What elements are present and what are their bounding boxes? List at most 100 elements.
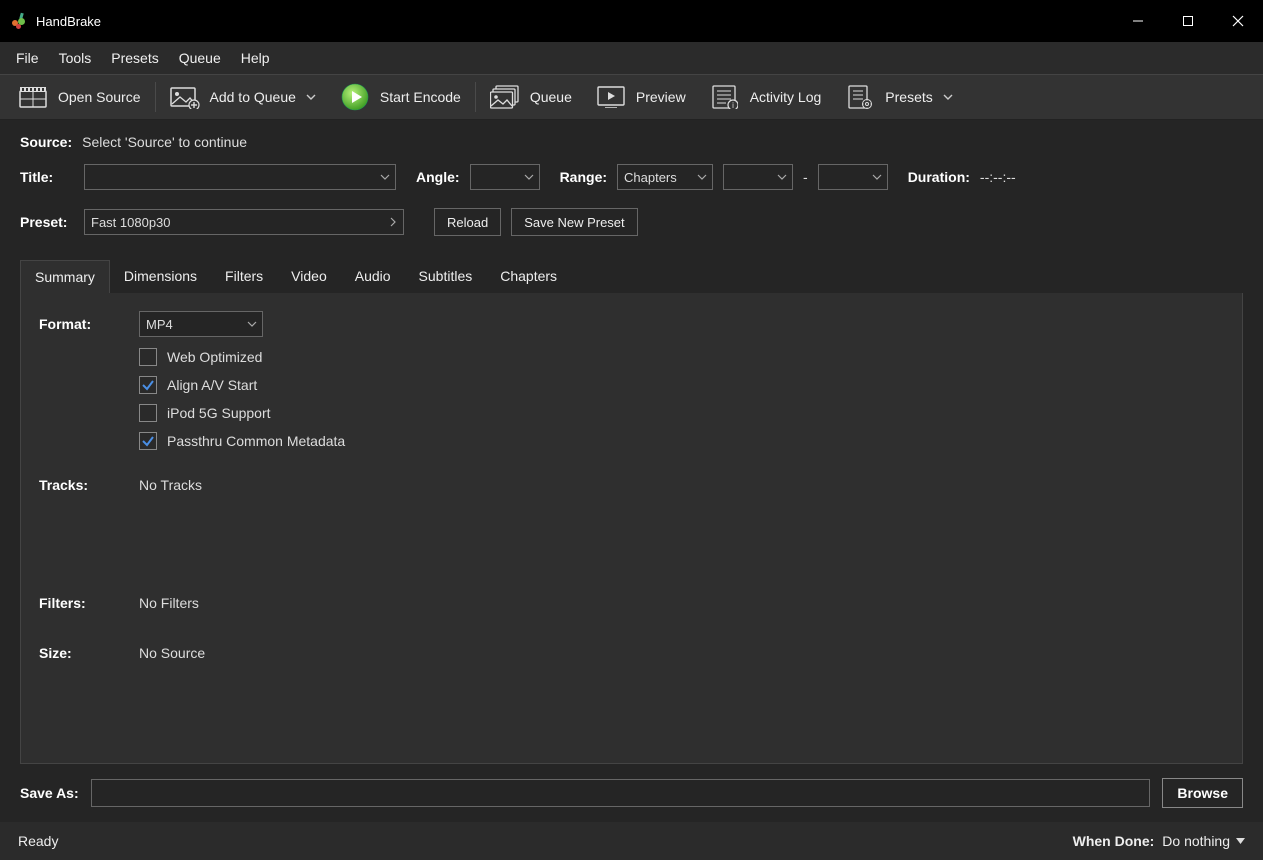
tab-summary[interactable]: Summary (20, 260, 110, 293)
preset-row: Preset: Fast 1080p30 Reload Save New Pre… (20, 208, 1243, 236)
angle-select[interactable] (470, 164, 540, 190)
presets-button[interactable]: Presets (833, 75, 964, 119)
format-options: Web Optimized Align A/V Start iPod 5G Su… (139, 343, 1224, 455)
preset-select[interactable]: Fast 1080p30 (84, 209, 404, 235)
window-minimize-button[interactable] (1113, 5, 1163, 37)
menu-tools[interactable]: Tools (49, 44, 102, 72)
save-new-preset-button[interactable]: Save New Preset (511, 208, 637, 236)
page-gear-icon (845, 84, 875, 110)
tab-filters[interactable]: Filters (211, 260, 277, 293)
range-end-select[interactable] (818, 164, 888, 190)
menu-queue[interactable]: Queue (169, 44, 231, 72)
window-maximize-button[interactable] (1163, 5, 1213, 37)
presets-label: Presets (885, 89, 932, 105)
chevron-down-icon (306, 94, 316, 100)
start-encode-label: Start Encode (380, 89, 461, 105)
status-text: Ready (18, 833, 58, 849)
app-title: HandBrake (36, 14, 101, 29)
range-separator: - (803, 169, 808, 185)
main-area: Source: Select 'Source' to continue Titl… (0, 120, 1263, 764)
preset-label: Preset: (20, 214, 74, 230)
format-select[interactable]: MP4 (139, 311, 263, 337)
summary-panel: Format: MP4 Web Optimized Align A/V Star… (20, 293, 1243, 764)
range-label: Range: (560, 169, 607, 185)
tab-audio[interactable]: Audio (341, 260, 405, 293)
images-stack-icon (490, 84, 520, 110)
ipod-support-label: iPod 5G Support (167, 405, 271, 421)
tracks-value: No Tracks (139, 477, 202, 493)
svg-text:i: i (732, 101, 734, 109)
when-done-label: When Done: (1073, 833, 1155, 849)
chevron-down-icon (523, 171, 535, 183)
add-to-queue-button[interactable]: Add to Queue (158, 75, 328, 119)
web-optimized-checkbox[interactable]: Web Optimized (139, 343, 1224, 371)
tracks-label: Tracks: (39, 477, 139, 493)
window-close-button[interactable] (1213, 5, 1263, 37)
format-label: Format: (39, 316, 139, 332)
menu-presets[interactable]: Presets (101, 44, 168, 72)
filters-label: Filters: (39, 595, 139, 611)
film-icon (18, 84, 48, 110)
chevron-down-icon (871, 171, 883, 183)
checkbox-icon (139, 348, 157, 366)
toolbar: Open Source Add to Queue Start Encode Qu… (0, 74, 1263, 120)
chevron-down-icon (696, 171, 708, 183)
start-encode-button[interactable]: Start Encode (328, 75, 473, 119)
activity-log-button[interactable]: i Activity Log (698, 75, 834, 119)
title-select[interactable] (84, 164, 396, 190)
reload-preset-button[interactable]: Reload (434, 208, 501, 236)
source-row: Source: Select 'Source' to continue (20, 134, 1243, 150)
menu-file[interactable]: File (6, 44, 49, 72)
tabs: Summary Dimensions Filters Video Audio S… (20, 260, 1243, 293)
passthru-meta-checkbox[interactable]: Passthru Common Metadata (139, 427, 1224, 455)
status-bar: Ready When Done: Do nothing (0, 822, 1263, 860)
close-icon (1232, 15, 1244, 27)
toolbar-separator (155, 82, 156, 112)
browse-button[interactable]: Browse (1162, 778, 1243, 808)
range-type-value: Chapters (624, 170, 677, 185)
checkbox-checked-icon (139, 432, 157, 450)
menu-bar: File Tools Presets Queue Help (0, 42, 1263, 74)
range-start-select[interactable] (723, 164, 793, 190)
open-source-button[interactable]: Open Source (6, 75, 153, 119)
preview-label: Preview (636, 89, 686, 105)
when-done-select[interactable]: Do nothing (1162, 833, 1245, 849)
tab-video[interactable]: Video (277, 260, 341, 293)
source-value: Select 'Source' to continue (82, 134, 247, 150)
angle-label: Angle: (416, 169, 460, 185)
passthru-meta-label: Passthru Common Metadata (167, 433, 345, 449)
save-as-label: Save As: (20, 785, 79, 801)
open-source-label: Open Source (58, 89, 141, 105)
checkbox-icon (139, 404, 157, 422)
title-bar: HandBrake (0, 0, 1263, 42)
title-label: Title: (20, 169, 74, 185)
preview-button[interactable]: Preview (584, 75, 698, 119)
minimize-icon (1132, 15, 1144, 27)
save-as-input[interactable] (91, 779, 1151, 807)
activity-log-label: Activity Log (750, 89, 822, 105)
maximize-icon (1182, 15, 1194, 27)
tab-dimensions[interactable]: Dimensions (110, 260, 211, 293)
size-value: No Source (139, 645, 205, 661)
tab-chapters[interactable]: Chapters (486, 260, 571, 293)
align-av-checkbox[interactable]: Align A/V Start (139, 371, 1224, 399)
chevron-down-icon (246, 318, 258, 330)
app-icon (10, 12, 28, 30)
range-type-select[interactable]: Chapters (617, 164, 713, 190)
ipod-support-checkbox[interactable]: iPod 5G Support (139, 399, 1224, 427)
log-icon: i (710, 84, 740, 110)
chevron-down-icon (776, 171, 788, 183)
title-row: Title: Angle: Range: Chapters - Duration… (20, 164, 1243, 190)
align-av-label: Align A/V Start (167, 377, 257, 393)
source-label: Source: (20, 134, 72, 150)
checkbox-checked-icon (139, 376, 157, 394)
chevron-down-icon (943, 94, 953, 100)
save-as-row: Save As: Browse (0, 764, 1263, 822)
tab-subtitles[interactable]: Subtitles (405, 260, 487, 293)
add-to-queue-label: Add to Queue (210, 89, 296, 105)
caret-down-icon (1236, 838, 1245, 844)
queue-button[interactable]: Queue (478, 75, 584, 119)
web-optimized-label: Web Optimized (167, 349, 262, 365)
chevron-right-icon (387, 216, 399, 228)
menu-help[interactable]: Help (231, 44, 280, 72)
